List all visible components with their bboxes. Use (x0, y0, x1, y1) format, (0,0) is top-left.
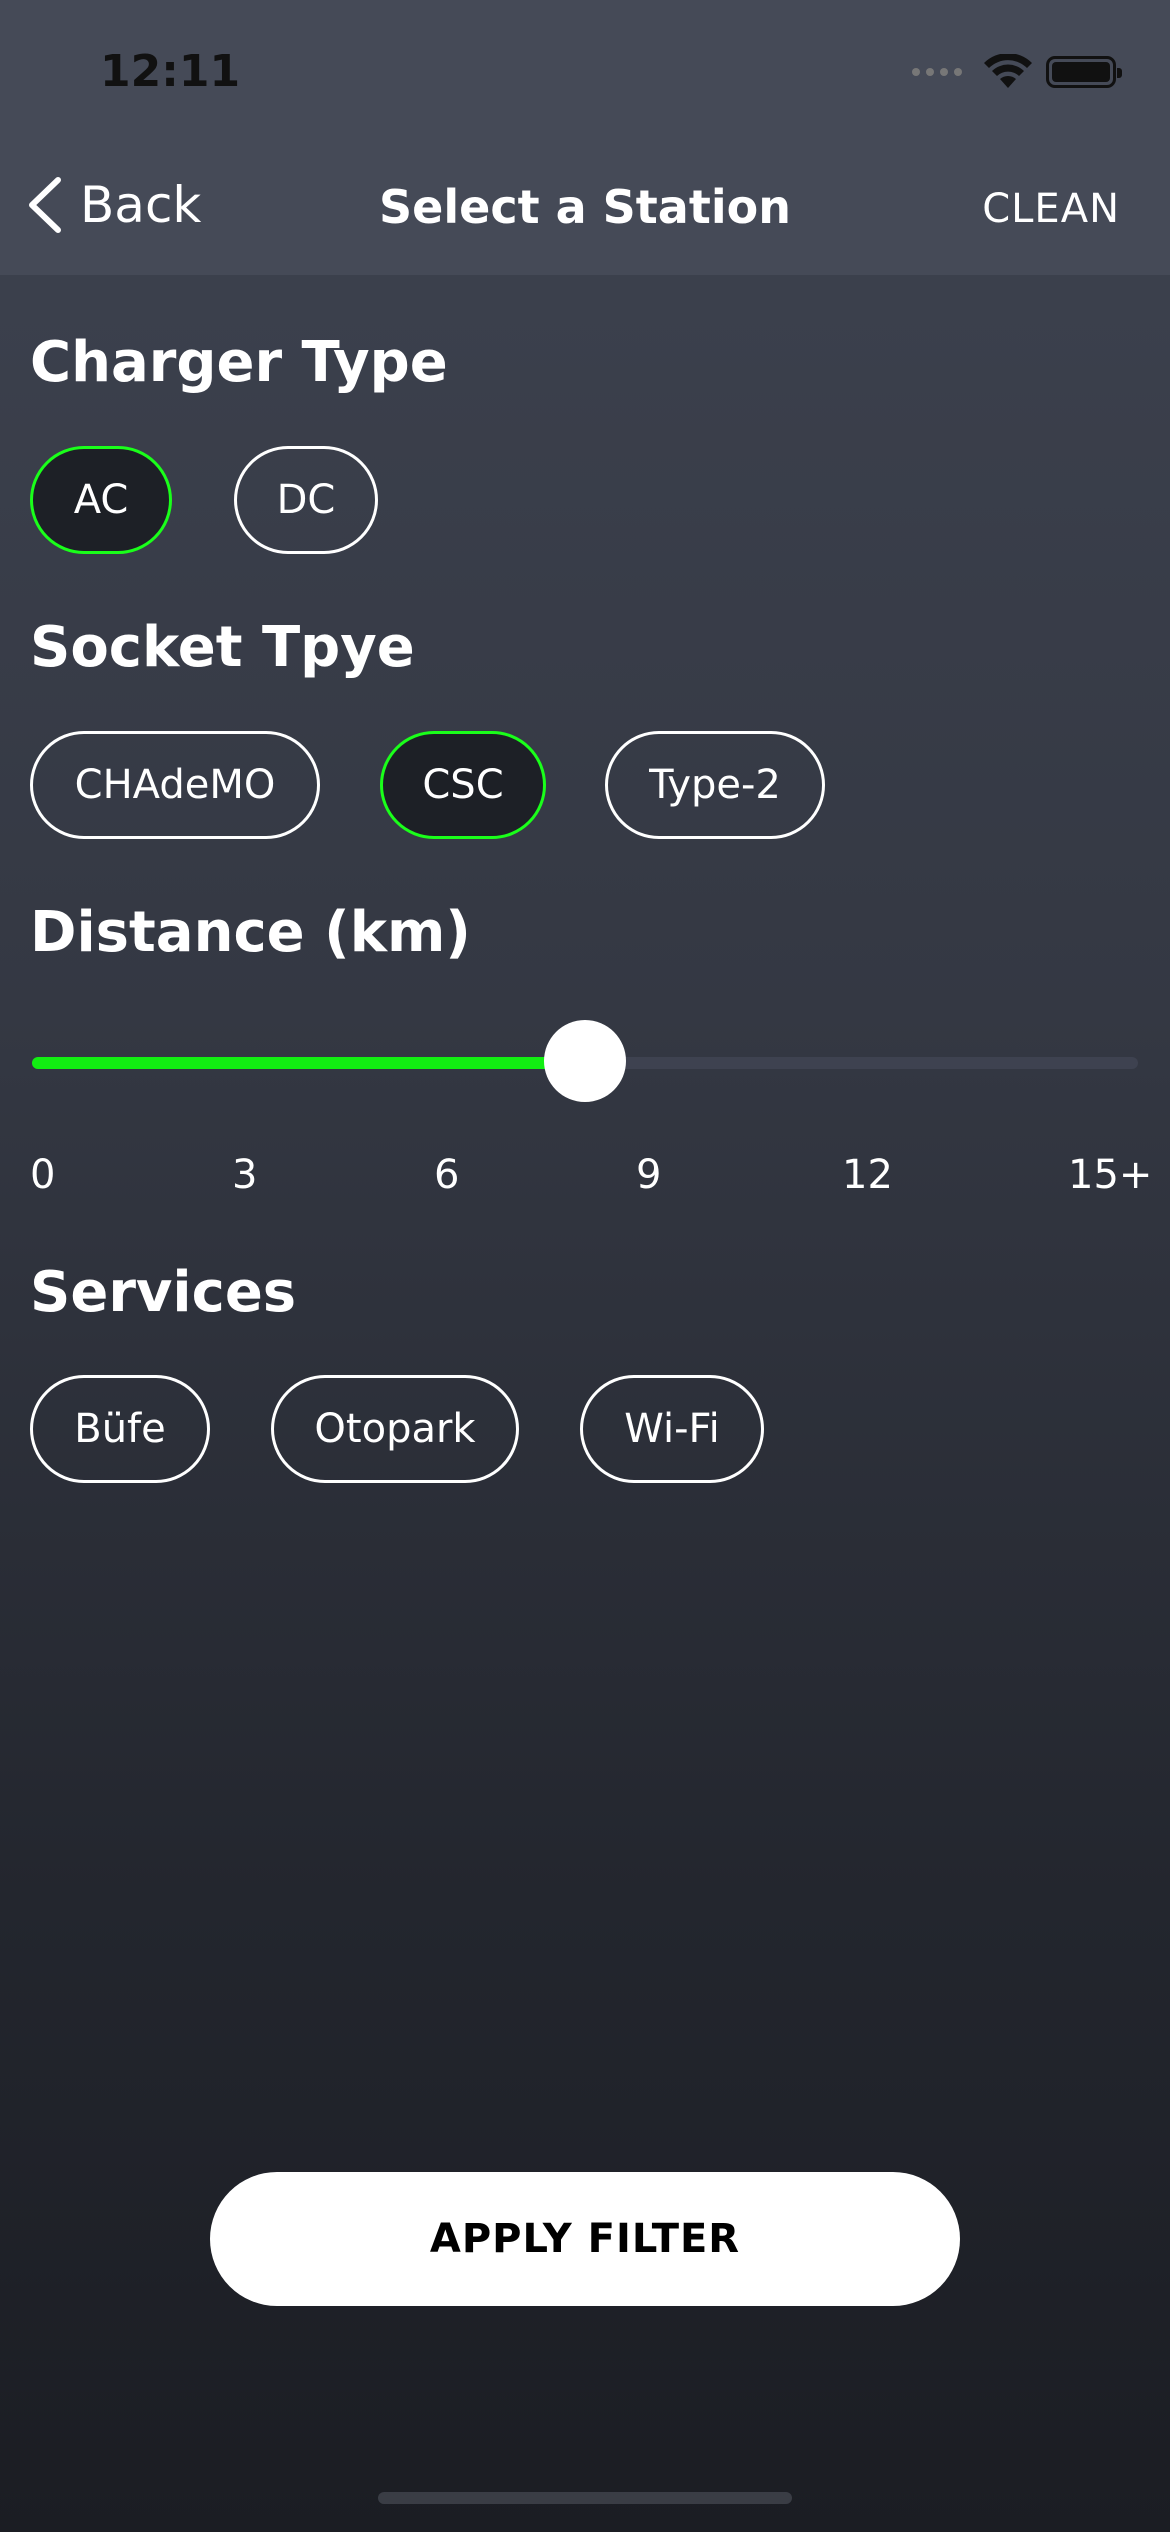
distance-tick: 9 (636, 1152, 662, 1198)
status-time: 12:11 (100, 46, 241, 97)
distance-tick: 0 (30, 1152, 56, 1198)
chip-socket-csc[interactable]: CSC (380, 731, 546, 839)
chip-socket-chademo[interactable]: CHAdeMO (30, 731, 320, 839)
signal-icon (912, 68, 962, 76)
apply-filter-button[interactable]: APPLY FILTER (210, 2172, 960, 2306)
distance-tick: 15+ (1068, 1152, 1153, 1198)
services-title: Services (30, 1260, 297, 1325)
clean-button[interactable]: CLEAN (982, 186, 1120, 232)
chip-service-bufe[interactable]: Büfe (30, 1375, 210, 1483)
distance-title: Distance (km) (30, 900, 471, 965)
distance-slider-fill (32, 1057, 585, 1069)
battery-icon (1046, 56, 1122, 88)
home-indicator (378, 2492, 792, 2504)
status-icons (912, 54, 1122, 90)
charger-type-title: Charger Type (30, 330, 448, 395)
nav-bar: Back Select a Station CLEAN (0, 140, 1170, 275)
distance-slider-thumb[interactable] (544, 1020, 626, 1102)
chip-charger-dc[interactable]: DC (234, 446, 378, 554)
chip-charger-ac[interactable]: AC (30, 446, 172, 554)
status-bar: 12:11 (0, 0, 1170, 140)
distance-tick: 3 (232, 1152, 258, 1198)
distance-tick: 6 (434, 1152, 460, 1198)
socket-type-title: Socket Tpye (30, 615, 415, 680)
distance-tick: 12 (842, 1152, 893, 1198)
wifi-icon (984, 54, 1032, 88)
chip-socket-type2[interactable]: Type-2 (605, 731, 825, 839)
chip-service-wifi[interactable]: Wi-Fi (580, 1375, 764, 1483)
chip-service-otopark[interactable]: Otopark (271, 1375, 519, 1483)
